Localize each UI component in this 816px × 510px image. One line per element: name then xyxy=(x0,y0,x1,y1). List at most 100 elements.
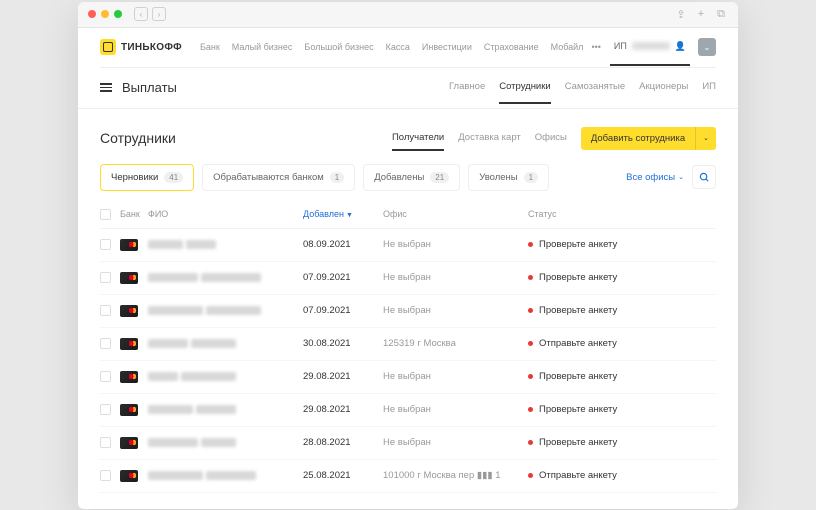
bank-card-icon xyxy=(120,338,138,350)
office-cell: Не выбран xyxy=(383,305,528,316)
close-icon[interactable] xyxy=(88,10,96,18)
office-filter[interactable]: Все офисы ⌄ xyxy=(626,172,684,183)
table-row[interactable]: 07.09.2021Не выбранПроверьте анкету xyxy=(100,295,716,328)
col-bank[interactable]: Банк xyxy=(120,209,148,220)
account-dropdown[interactable]: ⌄ xyxy=(698,38,716,56)
date-cell: 30.08.2021 xyxy=(303,338,383,349)
bank-card-icon xyxy=(120,437,138,449)
row-checkbox[interactable] xyxy=(100,470,111,481)
sort-desc-icon: ▼ xyxy=(346,212,353,219)
filter-chip[interactable]: Черновики41 xyxy=(100,164,194,191)
date-cell: 07.09.2021 xyxy=(303,272,383,283)
status-dot-icon xyxy=(528,341,533,346)
user-menu[interactable]: ИП x 👤 xyxy=(610,29,690,66)
top-nav-link[interactable]: Банк xyxy=(200,42,220,52)
office-filter-label: Все офисы xyxy=(626,172,675,183)
table-row[interactable]: 29.08.2021Не выбранПроверьте анкету xyxy=(100,361,716,394)
row-checkbox[interactable] xyxy=(100,305,111,316)
status-cell: Проверьте анкету xyxy=(528,404,716,415)
sub-tab[interactable]: ИП xyxy=(702,81,716,94)
user-name-redacted: x xyxy=(632,42,670,50)
col-date-sort[interactable]: Добавлен▼ xyxy=(303,209,383,220)
window-controls[interactable] xyxy=(88,10,122,18)
filter-chip[interactable]: Добавлены21 xyxy=(363,164,460,191)
col-status[interactable]: Статус xyxy=(528,209,716,220)
row-checkbox[interactable] xyxy=(100,371,111,382)
brand-name: ТИНЬКОФФ xyxy=(121,42,182,53)
table-row[interactable]: 08.09.2021Не выбранПроверьте анкету xyxy=(100,229,716,262)
top-nav-link[interactable]: Малый бизнес xyxy=(232,42,293,52)
section-title: Сотрудники xyxy=(100,130,176,146)
fio-cell xyxy=(148,305,303,316)
filter-chip[interactable]: Обрабатываются банком1 xyxy=(202,164,355,191)
minimize-icon[interactable] xyxy=(101,10,109,18)
tabs-icon[interactable]: ⧉ xyxy=(714,7,728,21)
add-icon[interactable]: + xyxy=(694,7,708,21)
sub-tab[interactable]: Главное xyxy=(449,81,485,94)
forward-button[interactable]: › xyxy=(152,7,166,21)
status-cell: Проверьте анкету xyxy=(528,437,716,448)
status-dot-icon xyxy=(528,275,533,280)
bank-card-icon xyxy=(120,470,138,482)
status-dot-icon xyxy=(528,440,533,445)
fio-cell xyxy=(148,239,303,250)
row-checkbox[interactable] xyxy=(100,404,111,415)
table-row[interactable]: 29.08.2021Не выбранПроверьте анкету xyxy=(100,394,716,427)
page-title: Выплаты xyxy=(122,80,177,95)
more-menu[interactable]: ••• xyxy=(591,42,600,52)
table-row[interactable]: 07.09.2021Не выбранПроверьте анкету xyxy=(100,262,716,295)
section-tab[interactable]: Офисы xyxy=(535,132,567,145)
table-row[interactable]: 28.08.2021Не выбранПроверьте анкету xyxy=(100,427,716,460)
add-employee-button[interactable]: Добавить сотрудника ⌄ xyxy=(581,127,716,150)
status-cell: Отправьте анкету xyxy=(528,470,716,481)
maximize-icon[interactable] xyxy=(114,10,122,18)
table-row[interactable]: 25.08.2021101000 г Москва пер ▮▮▮ 1Отпра… xyxy=(100,460,716,493)
fio-cell xyxy=(148,272,303,283)
add-button-label: Добавить сотрудника xyxy=(581,127,695,150)
bank-card-icon xyxy=(120,371,138,383)
status-dot-icon xyxy=(528,407,533,412)
top-nav-link[interactable]: Мобайл xyxy=(551,42,584,52)
select-all-checkbox[interactable] xyxy=(100,209,111,220)
back-button[interactable]: ‹ xyxy=(134,7,148,21)
chevron-down-icon: ⌄ xyxy=(678,173,684,181)
share-icon[interactable]: ⇪ xyxy=(674,7,688,21)
row-checkbox[interactable] xyxy=(100,272,111,283)
office-cell: 101000 г Москва пер ▮▮▮ 1 xyxy=(383,470,528,481)
sub-nav: Выплаты Главное Сотрудники Самозанятые Акци… xyxy=(100,68,716,108)
fio-cell xyxy=(148,338,303,349)
top-nav-link[interactable]: Инвестиции xyxy=(422,42,472,52)
office-cell: Не выбран xyxy=(383,437,528,448)
search-button[interactable] xyxy=(692,165,716,189)
top-nav-link[interactable]: Касса xyxy=(386,42,410,52)
top-nav-link[interactable]: Большой бизнес xyxy=(304,42,373,52)
logo-icon xyxy=(100,39,116,55)
section-tab[interactable]: Доставка карт xyxy=(458,132,521,145)
user-prefix: ИП xyxy=(614,41,627,51)
status-dot-icon xyxy=(528,308,533,313)
user-icon: 👤 xyxy=(675,41,686,52)
col-office[interactable]: Офис xyxy=(383,209,528,220)
sub-tab[interactable]: Сотрудники xyxy=(499,81,550,104)
status-cell: Проверьте анкету xyxy=(528,371,716,382)
section-tab[interactable]: Получатели xyxy=(392,132,444,151)
chevron-down-icon[interactable]: ⌄ xyxy=(695,127,716,150)
sub-tab[interactable]: Акционеры xyxy=(639,81,688,94)
row-checkbox[interactable] xyxy=(100,239,111,250)
sub-tab[interactable]: Самозанятые xyxy=(565,81,625,94)
filter-chip[interactable]: Уволены1 xyxy=(468,164,549,191)
date-cell: 07.09.2021 xyxy=(303,305,383,316)
col-fio[interactable]: ФИО xyxy=(148,209,303,220)
office-cell: Не выбран xyxy=(383,404,528,415)
bank-card-icon xyxy=(120,305,138,317)
menu-icon[interactable] xyxy=(100,83,112,92)
table-header: Банк ФИО Добавлен▼ Офис Статус xyxy=(100,201,716,229)
bank-card-icon xyxy=(120,239,138,251)
date-cell: 29.08.2021 xyxy=(303,371,383,382)
logo[interactable]: ТИНЬКОФФ xyxy=(100,39,182,55)
top-nav-link[interactable]: Страхование xyxy=(484,42,539,52)
row-checkbox[interactable] xyxy=(100,437,111,448)
office-cell: Не выбран xyxy=(383,371,528,382)
table-row[interactable]: 30.08.2021125319 г МоскваОтправьте анкет… xyxy=(100,328,716,361)
row-checkbox[interactable] xyxy=(100,338,111,349)
